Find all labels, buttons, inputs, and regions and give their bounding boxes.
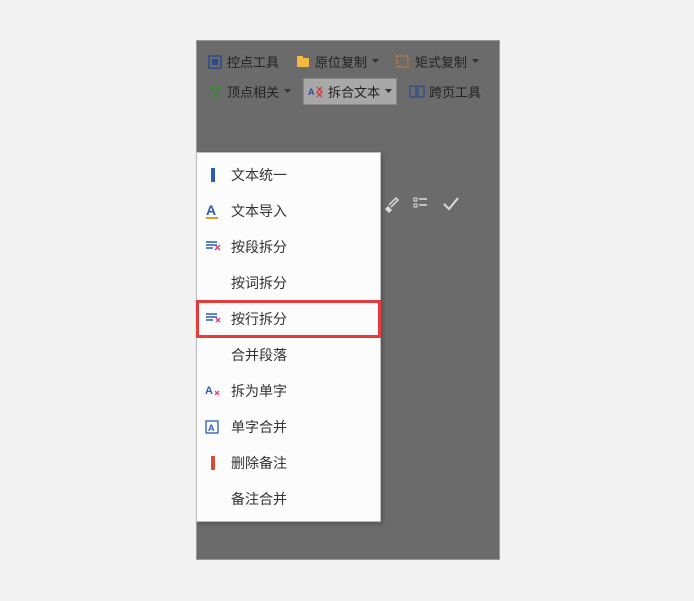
para-split-icon [203,238,223,256]
char-merge-icon: A [203,418,223,436]
tool-label: 矩式复制 [415,52,467,71]
menu-label: 按行拆分 [231,309,287,329]
menu-item-para-split[interactable]: 按段拆分 [197,229,380,265]
menu-item-delete-note[interactable]: 删除备注 [197,445,380,481]
text-split-icon: A [308,84,324,100]
menu-label: 拆为单字 [231,381,287,401]
inplace-copy-button[interactable]: 原位复制 [291,49,383,74]
list-icon[interactable] [412,195,430,213]
matrix-copy-button[interactable]: 矩式复制 [391,49,483,74]
svg-text:A: A [308,87,315,97]
menu-label: 文本统一 [231,165,287,185]
folder-icon [295,54,311,70]
line-split-icon [203,310,223,328]
tool-label: 控点工具 [227,52,279,71]
control-point-tool-button[interactable]: 控点工具 [203,49,283,74]
cross-page-tool-button[interactable]: 跨页工具 [405,78,485,105]
dashed-rect-icon [395,54,411,70]
delete-note-icon [203,454,223,472]
tool-label: 顶点相关 [227,82,279,101]
menu-item-text-unify[interactable]: 文本统一 [197,157,380,193]
vertex-icon [207,84,223,100]
brush-icon[interactable] [382,195,400,213]
text-unify-icon [203,166,223,184]
menu-item-char-split[interactable]: A 拆为单字 [197,373,380,409]
menu-item-char-merge[interactable]: A 单字合并 [197,409,380,445]
check-icon[interactable] [442,195,460,213]
menu-item-merge-para[interactable]: 合并段落 [197,337,380,373]
chevron-down-icon [471,58,479,66]
tool-label: 拆合文本 [328,82,380,101]
menu-label: 文本导入 [231,201,287,221]
menu-label: 按词拆分 [231,273,287,293]
menu-item-text-import[interactable]: A 文本导入 [197,193,380,229]
svg-text:A: A [208,423,215,433]
text-import-icon: A [203,202,223,220]
menu-label: 单字合并 [231,417,287,437]
split-merge-text-button[interactable]: A 拆合文本 [303,78,397,105]
menu-item-note-merge[interactable]: 备注合并 [197,481,380,517]
chevron-down-icon [283,88,291,96]
pages-icon [409,84,425,100]
menu-label: 按段拆分 [231,237,287,257]
text-split-dropdown: 文本统一 A 文本导入 按段拆分 按词拆分 按行拆分 合并段落 A 拆为单字 A… [196,152,381,522]
chevron-down-icon [371,58,379,66]
ribbon-toolbar: 控点工具 原位复制 矩式复制 顶点相关 [197,41,499,113]
tool-label: 跨页工具 [429,82,481,101]
vertex-related-button[interactable]: 顶点相关 [203,78,295,105]
svg-text:A: A [206,203,216,218]
secondary-toolbar [382,195,460,213]
char-split-icon: A [203,382,223,400]
svg-text:A: A [205,385,213,397]
menu-item-word-split[interactable]: 按词拆分 [197,265,380,301]
tool-label: 原位复制 [315,52,367,71]
grid-icon [207,54,223,70]
menu-label: 备注合并 [231,489,287,509]
menu-label: 合并段落 [231,345,287,365]
chevron-down-icon [384,88,392,96]
menu-item-line-split[interactable]: 按行拆分 [197,301,380,337]
menu-label: 删除备注 [231,453,287,473]
